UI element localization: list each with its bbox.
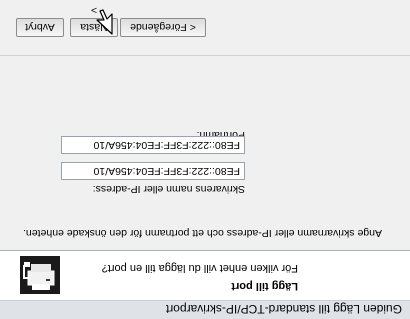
window-title: Guiden Lägg till standard-TCP/IP-skrivar… [165, 302, 402, 316]
printer-name-input[interactable]: FE80::222:F3FF:FE04:456A/10 [61, 162, 245, 180]
wizard-header: Lägg till port För vilken enhet vill du … [0, 250, 410, 300]
cancel-button[interactable]: Avbryt [16, 18, 64, 37]
mouse-cursor-icon [90, 6, 114, 36]
instruction-text: Ange skrivarnamn eller IP-adress och ett… [23, 227, 382, 239]
page-subheading: För vilken enhet vill du lägga till en p… [101, 262, 298, 274]
printer-port-icon [20, 256, 60, 294]
port-name-input[interactable]: FE80::222:F3FF:FE04:456A/10 [61, 136, 245, 154]
title-bar: Guiden Lägg till standard-TCP/IP-skrivar… [0, 300, 410, 319]
printer-name-label: Skrivarens namn eller IP-adress: [92, 183, 245, 195]
wizard-footer: < Föregående Nästa > Avbryt [0, 0, 410, 56]
back-button[interactable]: < Föregående [120, 18, 206, 37]
wizard-window: Guiden Lägg till standard-TCP/IP-skrivar… [0, 0, 410, 319]
wizard-content: Ange skrivarnamn eller IP-adress och ett… [0, 56, 410, 249]
page-heading: Lägg till port [231, 280, 298, 292]
